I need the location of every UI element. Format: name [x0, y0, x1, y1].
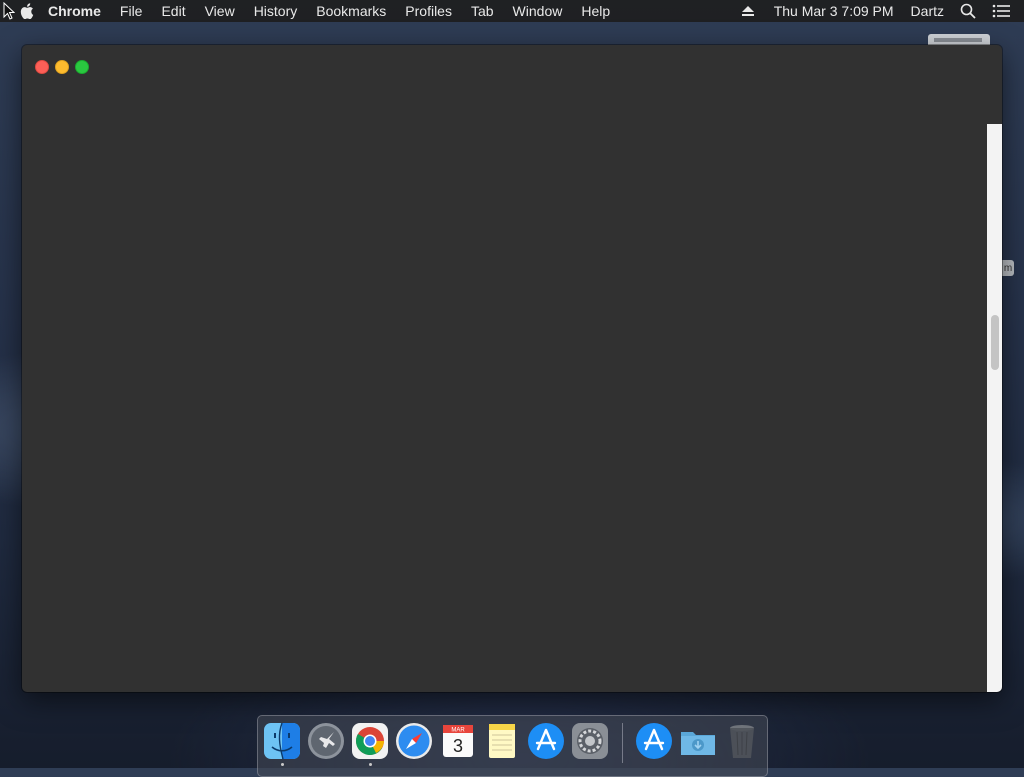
- menu-profiles[interactable]: Profiles: [405, 3, 452, 19]
- notification-center-icon[interactable]: [992, 4, 1010, 18]
- menu-edit[interactable]: Edit: [161, 3, 185, 19]
- window-close-button[interactable]: [35, 60, 49, 74]
- menu-file[interactable]: File: [120, 3, 143, 19]
- menu-bar: Chrome File Edit View History Bookmarks …: [0, 0, 1024, 22]
- downloads-folder-icon[interactable]: [679, 722, 717, 760]
- menu-help[interactable]: Help: [581, 3, 610, 19]
- chrome-icon[interactable]: [351, 722, 389, 760]
- menu-history[interactable]: History: [254, 3, 298, 19]
- app-store-icon[interactable]: [527, 722, 565, 760]
- menu-view[interactable]: View: [205, 3, 235, 19]
- system-preferences-icon[interactable]: [571, 722, 609, 760]
- menu-window[interactable]: Window: [513, 3, 563, 19]
- safari-icon[interactable]: [395, 722, 433, 760]
- trash-icon[interactable]: [723, 722, 761, 760]
- page-edge-strip: [987, 124, 1002, 692]
- window-minimize-button[interactable]: [55, 60, 69, 74]
- mouse-cursor-icon: [3, 2, 15, 20]
- menu-clock[interactable]: Thu Mar 3 7:09 PM: [774, 3, 894, 19]
- launchpad-icon[interactable]: [307, 722, 345, 760]
- background-window-edge[interactable]: m: [1002, 260, 1014, 276]
- chrome-running-indicator: [369, 763, 372, 766]
- spotlight-search-icon[interactable]: [960, 3, 976, 19]
- finder-running-indicator: [281, 763, 284, 766]
- menu-tab[interactable]: Tab: [471, 3, 494, 19]
- menu-extras: Thu Mar 3 7:09 PM Dartz: [741, 0, 1024, 22]
- dock-separator: [622, 723, 623, 763]
- calendar-day-label: 3: [453, 736, 463, 756]
- calendar-month-label: MAR: [451, 728, 465, 734]
- menu-app-name[interactable]: Chrome: [48, 3, 101, 19]
- apple-menu-icon[interactable]: [20, 3, 34, 19]
- notes-icon[interactable]: [483, 722, 521, 760]
- menu-bookmarks[interactable]: Bookmarks: [316, 3, 386, 19]
- scrollbar-thumb[interactable]: [991, 315, 999, 370]
- app-store-icon[interactable]: [635, 722, 673, 760]
- calendar-icon[interactable]: MAR 3: [439, 722, 477, 760]
- chrome-window[interactable]: [22, 45, 1002, 692]
- eject-icon[interactable]: [741, 6, 754, 16]
- finder-icon[interactable]: [263, 722, 301, 760]
- window-maximize-button[interactable]: [75, 60, 89, 74]
- menu-user[interactable]: Dartz: [911, 3, 944, 19]
